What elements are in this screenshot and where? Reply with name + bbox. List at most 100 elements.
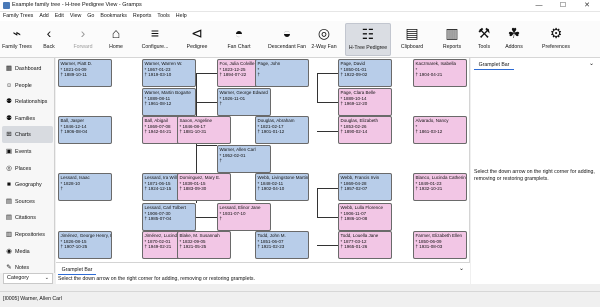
- death-date: † 1881-10-31: [179, 129, 207, 135]
- menu-help[interactable]: Help: [173, 12, 190, 21]
- clipboard-icon: ▤: [405, 25, 419, 41]
- person-box[interactable]: Lessard, Carl Tolbert * 1906-07-30 † 1985-…: [142, 203, 196, 231]
- person-box[interactable]: Blake, M. Susannah * 1832-09-05 † 1921-05-…: [177, 231, 231, 259]
- menu-go[interactable]: Go: [84, 12, 97, 21]
- sidebar-item-repositories[interactable]: ▥ Repositories: [2, 226, 53, 243]
- death-date: † 1919-03-10: [144, 72, 172, 78]
- connector-line-7: [317, 73, 338, 74]
- sidebar-item-people[interactable]: ☺ People: [2, 77, 53, 94]
- close-button[interactable]: ✕: [576, 0, 598, 12]
- h-tree-pedigree-button[interactable]: ☷ H-Tree Pedigree: [345, 23, 391, 56]
- sidebar-item-label: Events: [15, 149, 32, 155]
- sidebar-item-sources[interactable]: ▤ Sources: [2, 193, 53, 210]
- person-name: Jiménez, George Henry, III: [60, 233, 112, 238]
- person-box[interactable]: Warner, George Edward * 1926-11-01 †: [217, 88, 271, 116]
- person-box[interactable]: Todd, Louella Jane * 1877-03-12 † 1965-01-…: [338, 231, 392, 259]
- person-box[interactable]: Warner, Warren W. * 1867-01-23 † 1919-03-1…: [142, 59, 196, 87]
- menu-add[interactable]: Add: [36, 12, 51, 21]
- person-box[interactable]: Warner, Allen Carl * 1952-02-01 †: [217, 145, 271, 173]
- toolbar-label: Forward: [73, 44, 93, 50]
- menu-family-trees[interactable]: Family Trees: [0, 12, 36, 21]
- sidebar-item-relationships[interactable]: ⚉ Relationships: [2, 93, 53, 110]
- menu-edit[interactable]: Edit: [52, 12, 67, 21]
- sidebar-item-geography[interactable]: ■ Geography: [2, 176, 53, 193]
- menu-tools[interactable]: Tools: [154, 12, 172, 21]
- configure-button[interactable]: ≡ Configure...: [136, 23, 174, 56]
- person-box[interactable]: Page, Clara Belle * 1889-10-14 † 1969-12-2…: [338, 88, 392, 116]
- toolbar-label: Addons: [505, 44, 523, 50]
- bottom-gramplet-bar: Gramplet Bar ⌄ Select the down arrow on …: [56, 262, 470, 284]
- menu-bookmarks[interactable]: Bookmarks: [97, 12, 130, 21]
- forward-button[interactable]: › Forward: [68, 23, 98, 56]
- 2-way-fan-button[interactable]: ◎ 2-Way Fan: [306, 23, 342, 56]
- category-selector[interactable]: Category ⌄: [3, 273, 53, 284]
- person-box[interactable]: Webb, Lulla Florence * 1906-11-07 † 1986-1…: [338, 203, 392, 231]
- death-date: † 1890-02-14: [340, 129, 368, 135]
- sidebar-item-families[interactable]: ⚉ Families: [2, 110, 53, 127]
- sidebar-item-dashboard[interactable]: ▦ Dashboard: [2, 60, 53, 77]
- death-date: † 1907-10-25: [60, 244, 88, 250]
- back-arrow-icon: ‹: [46, 25, 52, 41]
- toolbar-label: Configure...: [141, 44, 169, 50]
- chevron-down-icon[interactable]: ⌄: [459, 265, 464, 272]
- preferences-button[interactable]: ⚙ Preferences: [530, 23, 582, 56]
- minimize-button[interactable]: —: [528, 0, 550, 12]
- reports-button[interactable]: ▥ Reports: [438, 23, 466, 56]
- person-box[interactable]: Lessard, Isaac * 1828-10 †: [58, 173, 112, 201]
- sidebar-item-places[interactable]: ◎ Places: [2, 160, 53, 177]
- families-icon: ⚉: [6, 114, 12, 122]
- fan-chart-button[interactable]: ◓ Fan Chart: [220, 23, 258, 56]
- person-box[interactable]: Kaczmarek, Isabella * † 1904-04-21: [413, 59, 467, 87]
- person-box[interactable]: Jiménez, George Henry, III * 1826-08-15 † …: [58, 231, 112, 259]
- connector-line-8: [317, 73, 318, 102]
- sidebar-item-label: Media: [15, 248, 30, 255]
- toolbar-label: Back: [43, 44, 55, 50]
- forward-arrow-icon: ›: [80, 25, 86, 41]
- gramplet-bar-tab[interactable]: Gramplet Bar: [474, 60, 514, 70]
- sidebar-item-media[interactable]: ◉ Media: [2, 243, 53, 260]
- htree-pedigree-canvas[interactable]: Warner, Piatt D. * 1821-04-09 † 1889-10-11…: [56, 58, 470, 262]
- menu-reports[interactable]: Reports: [130, 12, 155, 21]
- person-box[interactable]: Saxon, Angeline * 1846-08-17 † 1881-10-31: [177, 116, 231, 144]
- maximize-button[interactable]: ☐: [552, 0, 574, 12]
- person-box[interactable]: Alvarado, Nancy * † 1861-03-12: [413, 116, 467, 144]
- tools-button[interactable]: ⚒ Tools: [470, 23, 498, 56]
- clipboard-button[interactable]: ▤ Clipboard: [394, 23, 430, 56]
- two-way-fan-icon: ◎: [317, 25, 331, 41]
- window-title: Example family tree - H-tree Pedigree Vi…: [12, 2, 142, 8]
- home-icon: ⌂: [111, 25, 121, 41]
- sidebar-item-citations[interactable]: ▤ Citations: [2, 209, 53, 226]
- home-button[interactable]: ⌂ Home: [101, 23, 131, 56]
- pedigree-button[interactable]: ⊲ Pedigree: [180, 23, 214, 56]
- toolbar-label: Descendant Fan: [267, 44, 307, 50]
- gramplet-hint: Select the down arrow on the right corne…: [474, 169, 595, 182]
- person-box[interactable]: Todd, John M. * 1851-06-07 † 1921-02-23: [255, 231, 309, 259]
- person-box[interactable]: Dominguez, Mary E. * 1839-01-15 † 1883-09-…: [177, 173, 231, 201]
- person-box[interactable]: Blanco, Lucinda Catherine * 1849-01-23 † 1…: [413, 173, 467, 201]
- addons-button[interactable]: ☘ Addons: [500, 23, 528, 56]
- menu-view[interactable]: View: [67, 12, 84, 21]
- side-gramplet-bar: Gramplet Bar ⌄ Select the down arrow on …: [471, 58, 600, 284]
- person-box[interactable]: Webb, Livingstone Martin * 1848-02-11 † 19…: [255, 173, 309, 201]
- gramplet-bar-tab[interactable]: Gramplet Bar: [58, 265, 96, 275]
- sidebar-item-events[interactable]: ▣ Events: [2, 143, 53, 160]
- person-box[interactable]: Lessard, Elinor Jane * 1931-07-10 †: [217, 203, 271, 231]
- person-box[interactable]: Douglas, Elizabeth * 1853-02-26 † 1890-02-…: [338, 116, 392, 144]
- title-bar: Example family tree - H-tree Pedigree Vi…: [0, 0, 600, 12]
- pedigree-icon: ⊲: [191, 25, 203, 41]
- person-box[interactable]: Warner, Martin Bogarte * 1889-08-11 † 1961…: [142, 88, 196, 116]
- back-button[interactable]: ‹ Back: [34, 23, 64, 56]
- family-trees-icon: ⌁: [12, 25, 22, 41]
- person-box[interactable]: Warner, Piatt D. * 1821-04-09 † 1889-10-11: [58, 59, 112, 87]
- person-box[interactable]: Farmer, Elizabeth Ellen * 1850-06-09 † 193…: [413, 231, 467, 259]
- sidebar-item-charts[interactable]: ⊞ Charts: [2, 126, 53, 144]
- person-box[interactable]: Page, John * †: [255, 59, 309, 87]
- chevron-down-icon[interactable]: ⌄: [589, 60, 594, 67]
- descendant-fan-button[interactable]: ◒ Descendant Fan: [264, 23, 310, 56]
- person-box[interactable]: Ball, Jasper * 1846-12-14 † 1906-08-04: [58, 116, 112, 144]
- person-box[interactable]: Webb, Francis Irvin * 1869-04-28 † 1957-02…: [338, 173, 392, 201]
- person-box[interactable]: Douglas, Abraham * 1821-02-17 † 1901-01-12: [255, 116, 309, 144]
- person-box[interactable]: Page, David * 1850-01-01 † 1922-09-02: [338, 59, 392, 87]
- family-trees-button[interactable]: ⌁ Family Trees: [2, 23, 32, 56]
- connector-line-0: [196, 73, 217, 74]
